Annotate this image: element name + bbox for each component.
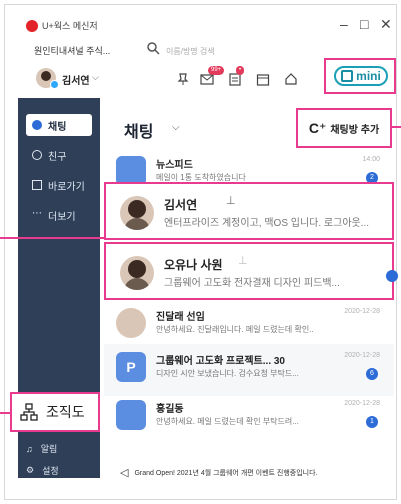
avatar	[120, 196, 154, 230]
sidebar-item-label: 설정	[42, 466, 59, 476]
page-title: 채팅	[124, 124, 154, 141]
item-name: 오유나 사원	[164, 258, 223, 272]
gear-icon: ⚙	[26, 465, 35, 475]
sidebar-item-label: 더보기	[48, 211, 76, 223]
avatar	[116, 308, 146, 338]
calendar-icon[interactable]	[256, 72, 270, 86]
add-chat-label: 채팅방 추가	[330, 124, 380, 136]
person-icon	[116, 400, 146, 430]
highlight-chat-card[interactable]: 김서연 엔터프라이즈 계정이고, 맥OS 입니다. 로그아웃... ⊥	[104, 182, 394, 240]
search-input[interactable]: 이름/방명 검색	[166, 46, 215, 57]
close-icon[interactable]: ✕	[380, 16, 392, 33]
maximize-icon[interactable]: □	[360, 16, 368, 32]
chat-icon	[32, 120, 42, 130]
presence-icon	[50, 80, 59, 89]
unread-badge: 1	[366, 416, 378, 428]
unread-badge: 6	[366, 368, 378, 380]
mini-mode-button[interactable]: mini	[324, 58, 396, 94]
item-name: 진달래 선임	[156, 312, 205, 323]
sidebar-item-label: 친구	[48, 151, 67, 163]
item-preview: 엔터프라이즈 계정이고, 맥OS 입니다. 로그아웃...	[164, 218, 370, 229]
item-preview: 안녕하세요. 진달래입니다. 메일 드렸는데 확인..	[156, 325, 314, 334]
sidebar-item-label: 채팅	[48, 121, 67, 133]
org-chart-label: 조직도	[46, 404, 85, 420]
add-chat-button[interactable]: C⁺ 채팅방 추가	[296, 108, 392, 148]
sidebar-item-friends[interactable]: 친구	[26, 144, 92, 166]
megaphone-icon: ◁	[120, 467, 129, 479]
user-name[interactable]: 김서연	[62, 72, 90, 87]
callout-line	[392, 126, 401, 128]
org-chart-icon	[20, 403, 38, 421]
pin-icon: ⊥	[226, 195, 236, 207]
sidebar-item-settings[interactable]: ⚙ 설정	[26, 464, 59, 477]
search-icon[interactable]	[146, 41, 160, 55]
item-preview: 안녕하세요. 메일 드렸는데 확인 부탁드려...	[156, 417, 299, 426]
sidebar-item-label: 바로가기	[48, 181, 85, 193]
shortcut-icon	[32, 180, 42, 190]
sidebar-item-label: 알림	[40, 444, 58, 454]
app-logo	[26, 20, 38, 32]
sidebar-item-shortcut[interactable]: 바로가기	[26, 174, 92, 196]
item-date: 2020-12-28	[344, 400, 380, 407]
sidebar-item-org-chart[interactable]: 조직도	[10, 392, 100, 432]
pin-icon[interactable]	[176, 72, 190, 86]
item-name: 그룹웨어 고도화 프로젝트... 30	[156, 356, 285, 367]
item-date: 2020-12-28	[344, 352, 380, 359]
mini-icon	[341, 70, 354, 82]
company-name: 원인티내셔널 주식...	[34, 46, 111, 56]
item-time: 14:00	[362, 156, 380, 163]
sidebar-item-more[interactable]: ⋯ 더보기	[26, 204, 92, 226]
minimize-icon[interactable]: –	[340, 16, 348, 32]
app-name: U+웍스 메신저	[42, 21, 98, 31]
item-preview: 그룹웨어 고도화 전자결재 디자인 피드백...	[164, 278, 340, 289]
approval-badge: •	[236, 66, 245, 75]
more-icon: ⋯	[32, 208, 42, 219]
list-item[interactable]: P 그룹웨어 고도화 프로젝트... 30 디자인 시안 보냈습니다. 검수요청…	[104, 344, 394, 396]
chevron-down-icon[interactable]: ⌵	[172, 122, 180, 133]
item-preview: 디자인 시안 보냈습니다. 검수요청 부탁드...	[156, 369, 299, 378]
pin-icon: ⊥	[238, 255, 248, 267]
highlight-chat-card[interactable]: 오유나 사원 그룹웨어 고도화 전자결재 디자인 피드백... ⊥	[104, 242, 398, 300]
person-icon	[32, 150, 42, 160]
callout-line	[0, 412, 10, 414]
item-name: 김서연	[164, 198, 198, 212]
list-item[interactable]: 홍길동 안녕하세요. 메일 드렸는데 확인 부탁드려... 2020-12-28…	[104, 392, 394, 444]
group-icon: P	[116, 352, 146, 382]
notice-bar[interactable]: ◁ Grand Open! 2021년 4월 그룹웨어 개편 이벤트 진행중입니…	[120, 466, 390, 479]
unread-badge	[386, 270, 398, 282]
chevron-down-icon[interactable]: ⌵	[92, 72, 99, 83]
bell-icon: ♫	[26, 443, 33, 454]
callout-line	[0, 237, 106, 239]
sidebar-item-chat[interactable]: 채팅	[26, 114, 92, 136]
add-chat-icon: C⁺	[308, 119, 327, 136]
item-name: 뉴스피드	[156, 160, 193, 171]
sidebar-item-alerts[interactable]: ♫ 알림	[26, 442, 57, 455]
notice-text: Grand Open! 2021년 4월 그룹웨어 개편 이벤트 진행중입니다.	[134, 469, 318, 477]
mail-badge: 99+	[208, 66, 225, 75]
mini-label: mini	[356, 69, 381, 83]
item-name: 홍길동	[156, 404, 184, 415]
avatar	[120, 256, 154, 290]
home-icon[interactable]	[284, 72, 298, 86]
item-date: 2020-12-28	[344, 308, 380, 315]
